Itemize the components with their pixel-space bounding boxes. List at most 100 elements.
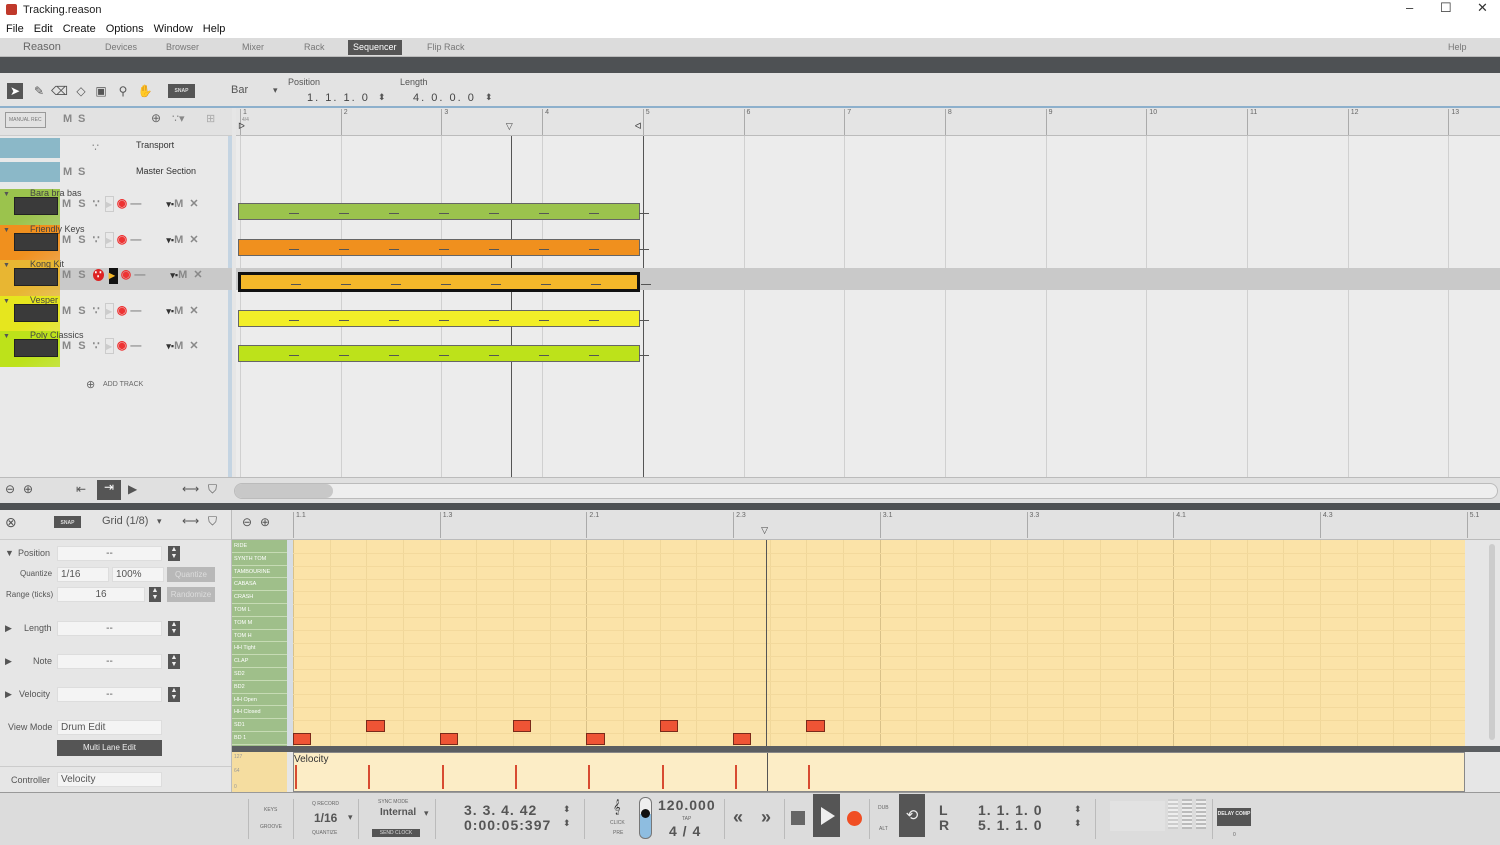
left-locator-field[interactable]: 1. 1. 1. 0 xyxy=(978,802,1042,818)
drum-note[interactable] xyxy=(586,732,605,745)
drum-note[interactable] xyxy=(366,719,385,732)
horizontal-scrollbar[interactable] xyxy=(234,483,1498,499)
monitor-button[interactable]: ▶ xyxy=(104,231,114,248)
stop-button[interactable] xyxy=(791,811,805,825)
track-mute-button[interactable]: M xyxy=(174,234,183,246)
controller-select[interactable]: Velocity xyxy=(57,772,162,787)
drum-note[interactable] xyxy=(439,732,459,745)
solo-all-button[interactable]: S xyxy=(78,113,85,125)
mute-all-button[interactable]: M xyxy=(63,113,72,125)
fold-icon[interactable]: ▼ xyxy=(3,262,10,269)
scrollbar-thumb[interactable] xyxy=(235,484,333,498)
tab-mixer[interactable]: Mixer xyxy=(237,40,269,55)
tempo-field[interactable]: 120.000 xyxy=(658,797,716,813)
groove-button[interactable]: GROOVE xyxy=(260,824,282,830)
drum-lane-label[interactable]: CLAP xyxy=(232,655,287,668)
position-spinner[interactable]: ⬍ xyxy=(378,92,386,103)
drum-lane-label[interactable]: CABASA xyxy=(232,578,287,592)
close-editor-icon[interactable]: ⊗ xyxy=(5,514,17,531)
transport-track[interactable]: ∵ Transport xyxy=(0,136,232,158)
menu-help[interactable]: Help xyxy=(203,23,226,35)
razor-tool-icon[interactable]: ◇ xyxy=(73,83,89,99)
automation-icon[interactable]: ∵ xyxy=(93,234,100,246)
drum-lane-label[interactable]: TOM H xyxy=(232,630,287,643)
track-row[interactable]: ▼ Poly Classics M S ∵ ▶ ◉ — ▾▪M ✕ xyxy=(0,330,232,367)
marker-icon[interactable]: ⛉ xyxy=(208,482,217,497)
hand-tool-icon[interactable]: ✋ xyxy=(137,83,153,99)
time-signature-field[interactable]: 4 / 4 xyxy=(669,823,701,839)
close-button[interactable]: ✕ xyxy=(1477,0,1488,16)
metronome-icon[interactable]: 𝄞 xyxy=(613,799,621,815)
velocity-section-label[interactable]: Velocity xyxy=(19,689,50,699)
marker-icon[interactable]: ⛉ xyxy=(208,514,217,529)
solo-button[interactable]: S xyxy=(78,269,85,281)
track-row[interactable]: ▼ Kong Kit M S ∵ ▶ ◉ — ▾▪M ✕ xyxy=(0,259,232,296)
snap-button[interactable]: SNAP xyxy=(168,84,195,98)
editor-playhead-marker[interactable]: ▽ xyxy=(761,525,768,536)
range-field[interactable]: 16 xyxy=(57,587,145,602)
record-enable-button[interactable]: ◉ xyxy=(117,338,127,352)
click-level-slider[interactable] xyxy=(639,797,652,839)
position-spinner[interactable]: ⬍ xyxy=(563,804,571,815)
automation-icon[interactable]: ∵ xyxy=(93,340,100,352)
velocity-field[interactable]: -- xyxy=(57,687,162,702)
click-button[interactable]: CLICK xyxy=(610,820,625,826)
clip[interactable] xyxy=(238,272,651,292)
tab-sequencer[interactable]: Sequencer xyxy=(348,40,402,55)
editor-zoom-out-icon[interactable]: ⊖ xyxy=(242,515,252,529)
delete-track-icon[interactable]: ✕ xyxy=(189,234,198,246)
velocity-bar[interactable] xyxy=(441,765,444,789)
clip[interactable] xyxy=(238,345,649,362)
send-clock-button[interactable]: SEND CLOCK xyxy=(372,829,420,837)
drum-lane-label[interactable]: CRASH xyxy=(232,591,287,604)
velocity-bar[interactable] xyxy=(735,765,738,789)
automation-icon[interactable]: ∵ xyxy=(93,305,100,317)
drum-note[interactable] xyxy=(733,732,752,745)
automation-icon[interactable]: ∵ xyxy=(93,198,100,210)
drum-lane-label[interactable]: TOM M xyxy=(232,617,287,630)
zoom-in-icon[interactable]: ⊕ xyxy=(23,482,33,496)
clip[interactable] xyxy=(238,203,649,220)
record-enable-button[interactable]: ◉ xyxy=(117,196,127,210)
dub-button[interactable]: DUB xyxy=(878,805,889,811)
multi-lane-edit-button[interactable]: Multi Lane Edit xyxy=(57,740,162,756)
help-button[interactable]: Help xyxy=(1443,40,1472,55)
length-field[interactable]: -- xyxy=(57,621,162,636)
tab-devices[interactable]: Devices xyxy=(100,40,142,55)
fold-icon[interactable]: ▼ xyxy=(3,191,10,198)
time-spinner[interactable]: ⬍ xyxy=(563,818,571,829)
master-section-track[interactable]: M S Master Section xyxy=(0,162,232,184)
solo-button[interactable]: S xyxy=(78,198,85,210)
pencil-tool-icon[interactable]: ✎ xyxy=(31,83,47,99)
quantize-percent-select[interactable]: 100% xyxy=(112,567,164,582)
delete-track-icon[interactable]: ✕ xyxy=(189,198,198,210)
mute-button[interactable]: M xyxy=(62,305,71,317)
delete-track-icon[interactable]: ✕ xyxy=(189,305,198,317)
mute-tool-icon[interactable]: ▣ xyxy=(93,83,109,99)
snap-value-select[interactable]: Bar xyxy=(231,84,248,96)
position-spinner[interactable]: ▲ ▼ xyxy=(168,546,180,561)
eraser-tool-icon[interactable]: ⌫ xyxy=(51,83,68,99)
position-field[interactable]: -- xyxy=(57,546,162,561)
quantize-select[interactable]: 1/16 xyxy=(57,567,109,582)
add-track-button[interactable]: ADD TRACK xyxy=(103,381,143,388)
drum-note[interactable] xyxy=(806,719,825,732)
editor-divider[interactable] xyxy=(0,503,1500,510)
keys-button[interactable]: KEYS xyxy=(264,807,277,813)
monitor-button[interactable]: ▶ xyxy=(104,338,114,354)
arrangement-area[interactable] xyxy=(236,136,1500,477)
grid-icon[interactable]: ⊞ xyxy=(206,112,215,125)
quantize-button[interactable]: Quantize xyxy=(167,567,215,582)
length-field[interactable]: 4. 0. 0. 0 xyxy=(413,92,476,104)
editor-zoom-in-icon[interactable]: ⊕ xyxy=(260,515,270,529)
fold-icon[interactable]: ▼ xyxy=(3,333,10,340)
velocity-lane[interactable]: Velocity xyxy=(293,752,1465,792)
track-row[interactable]: ▼ Vesper M S ∵ ▶ ◉ — ▾▪M ✕ xyxy=(0,295,232,332)
manual-rec-button[interactable]: MANUAL REC xyxy=(5,112,46,128)
mute-button[interactable]: M xyxy=(62,340,71,352)
automation-icon[interactable]: ∵ xyxy=(92,269,104,281)
drum-note[interactable] xyxy=(659,719,679,732)
solo-button[interactable]: S xyxy=(78,234,85,246)
velocity-bar[interactable] xyxy=(295,765,297,789)
menu-edit[interactable]: Edit xyxy=(34,23,53,35)
